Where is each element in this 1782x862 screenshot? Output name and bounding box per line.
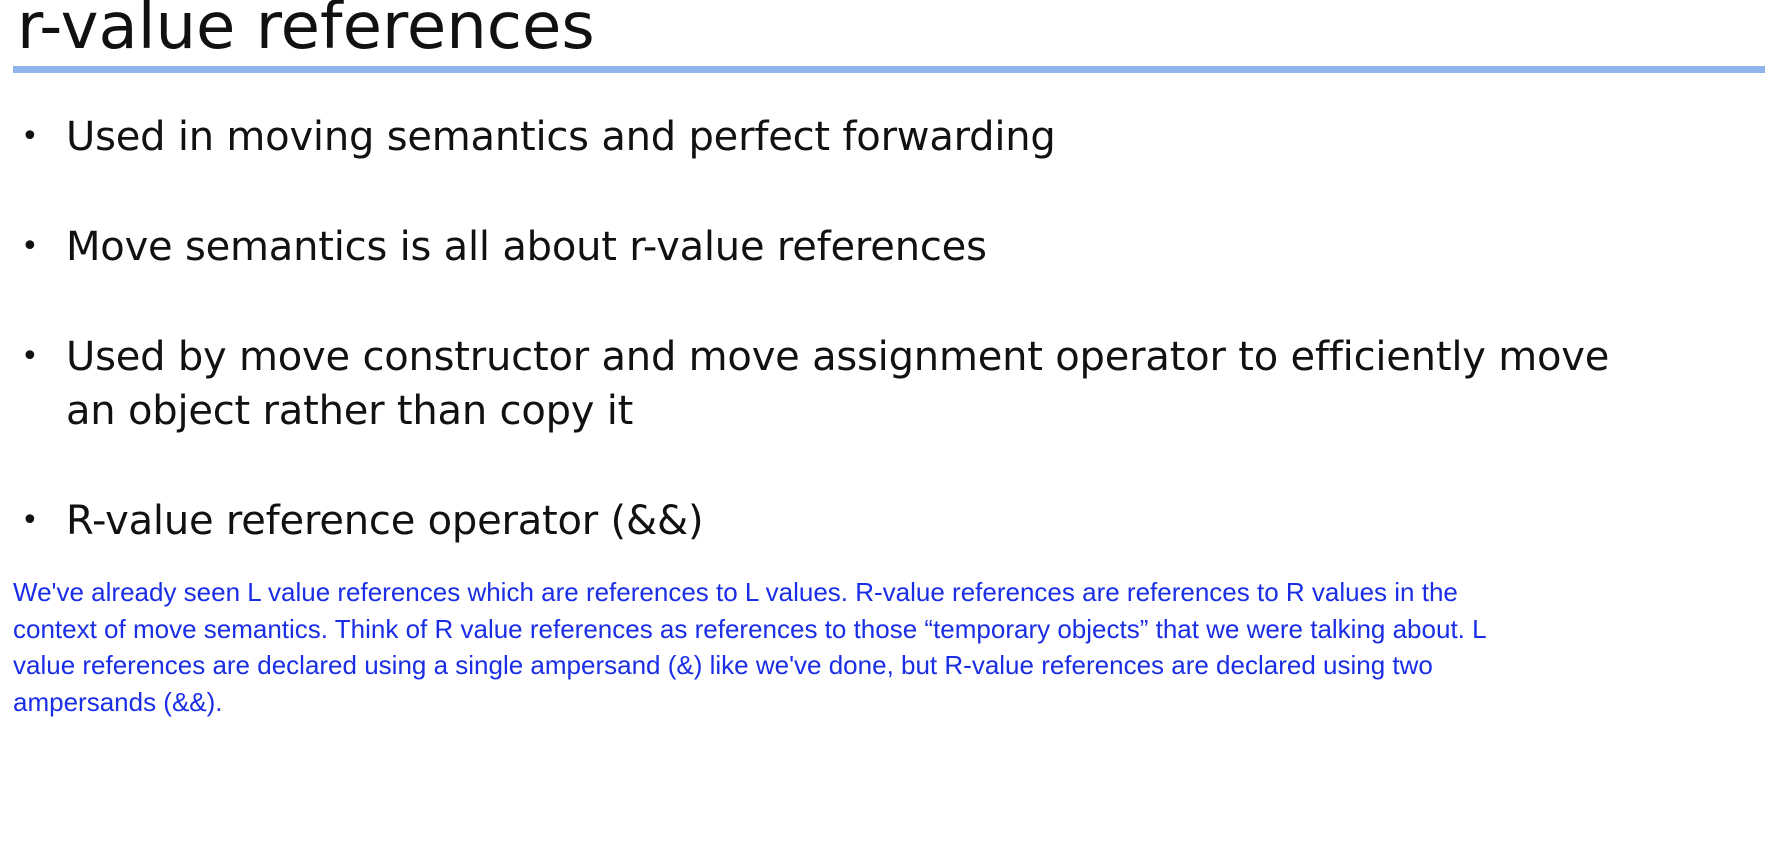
bullet-line: an object rather than copy it: [66, 388, 634, 434]
bullet-line: Used in moving semantics and perfect for…: [66, 114, 1056, 160]
bullet-line: Used by move constructor and move assign…: [66, 334, 1610, 380]
bullet-line: Move semantics is all about r-value refe…: [66, 224, 987, 270]
notes-line: We've already seen L value references wh…: [13, 577, 1458, 607]
bullet-dot: •: [21, 503, 39, 538]
notes-line: context of move semantics. Think of R va…: [13, 613, 1487, 644]
bullet-dot: •: [21, 339, 39, 374]
title-underline: [13, 66, 1765, 73]
bullet-text: Move semantics is all about r-value refe…: [66, 220, 1746, 274]
bullet-dot: •: [21, 119, 39, 154]
bullet-text: Used by move constructor and move assign…: [66, 330, 1746, 438]
notes-line: value references are declared using a si…: [13, 650, 1433, 680]
bullet-text: Used in moving semantics and perfect for…: [66, 110, 1746, 164]
bullet-dot: •: [21, 229, 39, 264]
notes-line: ampersands (&&).: [13, 686, 223, 717]
bullet-line: R-value reference operator (&&): [66, 498, 704, 544]
speaker-notes: We've already seen L value references wh…: [13, 574, 1753, 720]
slide-title: r-value references: [17, 0, 595, 64]
bullet-text: R-value reference operator (&&): [66, 494, 1746, 548]
